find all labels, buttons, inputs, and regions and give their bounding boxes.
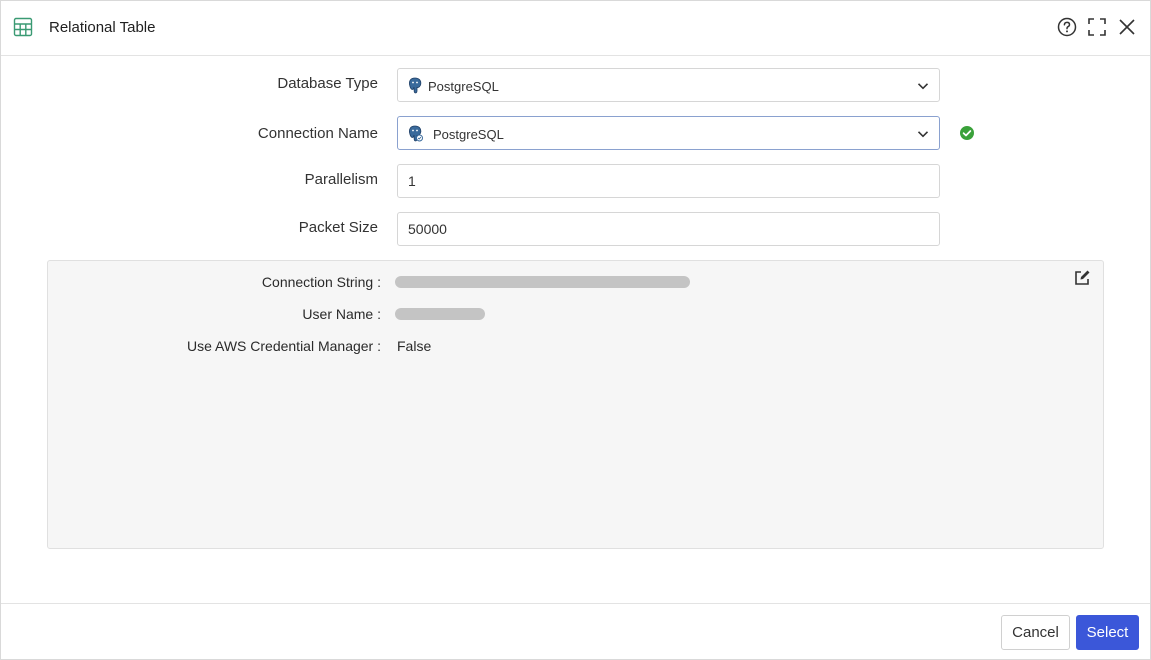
fullscreen-button[interactable]	[1086, 16, 1108, 38]
user-name-label: User Name :	[302, 306, 381, 322]
close-icon	[1119, 19, 1135, 35]
user-name-value-redacted	[395, 308, 485, 320]
chevron-down-icon	[917, 131, 929, 138]
cancel-button[interactable]: Cancel	[1001, 615, 1070, 650]
help-button[interactable]	[1056, 16, 1078, 38]
aws-credential-manager-label: Use AWS Credential Manager :	[186, 338, 381, 354]
check-circle-icon	[960, 126, 974, 140]
database-type-value: PostgreSQL	[428, 79, 499, 94]
connection-details-panel: Connection String : User Name : Use AWS …	[47, 260, 1104, 549]
chevron-down-icon	[917, 83, 929, 90]
close-button[interactable]	[1116, 16, 1138, 38]
packet-size-label: Packet Size	[298, 219, 378, 236]
aws-credential-manager-value: False	[397, 338, 432, 354]
packet-size-input[interactable]	[398, 213, 939, 245]
database-type-label: Database Type	[277, 75, 378, 92]
help-icon	[1057, 17, 1077, 37]
relational-table-dialog: Relational Table Database Type PostgreSQ…	[0, 0, 1151, 660]
dialog-title: Relational Table	[49, 19, 156, 36]
parallelism-input[interactable]	[398, 165, 939, 197]
select-button[interactable]: Select	[1076, 615, 1139, 650]
dialog-header: Relational Table	[1, 1, 1150, 56]
connection-string-value-redacted	[395, 276, 690, 288]
connection-name-value: PostgreSQL	[433, 127, 504, 142]
edit-icon[interactable]	[1073, 269, 1091, 287]
parallelism-label: Parallelism	[304, 171, 378, 188]
database-type-select[interactable]: PostgreSQL	[397, 68, 940, 102]
connection-string-label: Connection String :	[261, 274, 381, 290]
table-icon	[13, 17, 33, 37]
postgresql-icon	[409, 77, 422, 94]
packet-size-field[interactable]	[397, 212, 940, 246]
parallelism-field[interactable]	[397, 164, 940, 198]
connection-name-label: Connection Name	[257, 125, 378, 142]
postgresql-connection-icon	[409, 125, 423, 142]
connection-name-select[interactable]: PostgreSQL	[397, 116, 940, 150]
fullscreen-icon	[1088, 18, 1106, 36]
dialog-footer: Cancel Select	[1, 603, 1150, 660]
